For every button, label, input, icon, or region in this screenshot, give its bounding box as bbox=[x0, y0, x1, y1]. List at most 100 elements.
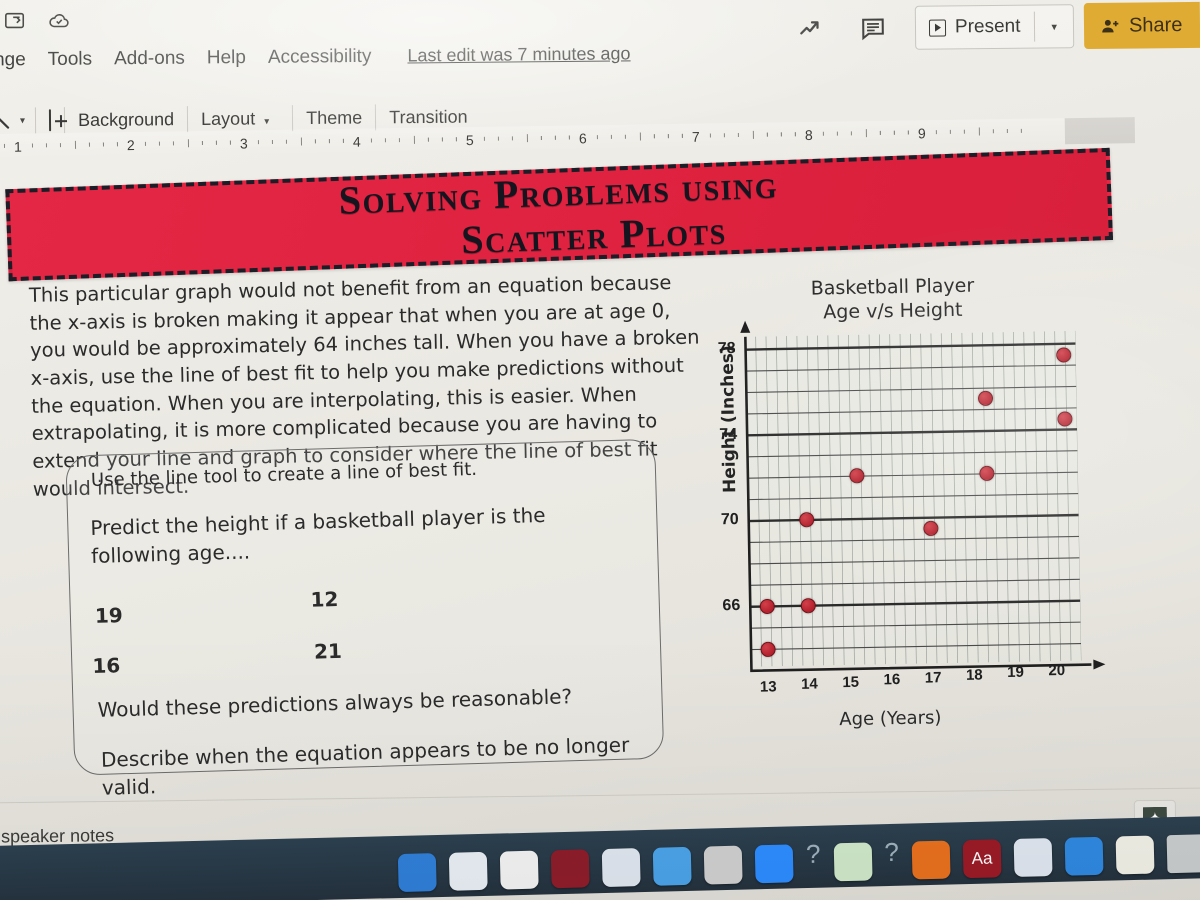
x-axis-label: Age (Years) bbox=[839, 707, 942, 731]
ruler-tick bbox=[526, 134, 528, 143]
ruler-number: 8 bbox=[804, 126, 813, 144]
share-button[interactable]: Share bbox=[1083, 1, 1200, 50]
scatter-plot[interactable]: Basketball Player Age v/s Height Height … bbox=[632, 272, 1111, 751]
layout-button[interactable]: Layout ▾ bbox=[188, 108, 292, 130]
ruler-tick bbox=[145, 141, 147, 146]
ruler-tick bbox=[879, 130, 881, 135]
appstore-icon[interactable] bbox=[1064, 836, 1104, 876]
ruler-tick bbox=[427, 137, 429, 142]
ruler-tick bbox=[3, 143, 5, 148]
ruler-tick bbox=[32, 143, 34, 148]
chevron-down-icon[interactable]: ▾ bbox=[1035, 20, 1073, 33]
ruler-tick bbox=[653, 134, 655, 139]
slide-title-line2: Scatter Plots bbox=[460, 207, 728, 263]
ruler-tick bbox=[710, 133, 712, 138]
present-label: Present bbox=[954, 15, 1021, 38]
photos-icon[interactable] bbox=[499, 850, 539, 890]
prompt-text: Predict the height if a basketball playe… bbox=[90, 502, 546, 569]
question2-icon[interactable]: ? bbox=[884, 836, 899, 867]
ruler-tick bbox=[766, 132, 768, 137]
speaker-notes-icon[interactable] bbox=[852, 8, 892, 48]
ruler-tick bbox=[639, 132, 641, 141]
transition-button[interactable]: Transition bbox=[376, 106, 481, 128]
ruler-tick bbox=[300, 137, 302, 146]
ruler-tick bbox=[837, 131, 839, 136]
adobe-icon[interactable]: Aa bbox=[962, 839, 1002, 879]
layout-label: Layout bbox=[201, 107, 256, 129]
ruler-tick bbox=[371, 138, 373, 143]
ruler-tick bbox=[950, 129, 952, 134]
ruler-tick bbox=[74, 140, 76, 149]
trend-chart-icon[interactable] bbox=[790, 9, 830, 49]
menu-item-accessibility[interactable]: Accessibility bbox=[268, 46, 372, 69]
top-left-icons bbox=[4, 10, 70, 32]
ruler-number: 2 bbox=[126, 137, 135, 154]
present-remote-icon[interactable] bbox=[4, 10, 26, 32]
title-banner[interactable]: Solving Problems using Scatter Plots bbox=[5, 147, 1113, 282]
ruler-tick bbox=[173, 141, 175, 146]
theme-button[interactable]: Theme bbox=[293, 107, 375, 129]
ruler-tick bbox=[187, 139, 189, 148]
ruler-tick bbox=[724, 133, 726, 138]
zoom-icon[interactable] bbox=[754, 844, 794, 884]
present-control: Present ▾ bbox=[914, 4, 1074, 50]
ruler-tick bbox=[159, 141, 161, 146]
sims-icon[interactable] bbox=[833, 842, 873, 882]
background-button[interactable]: Background bbox=[65, 109, 187, 131]
line-tool-chevron-down-icon[interactable]: ▾ bbox=[16, 115, 35, 126]
header-actions: Present ▾ Share bbox=[790, 1, 1200, 52]
ruler-tick bbox=[328, 139, 330, 144]
new-slide-icon bbox=[48, 108, 52, 131]
ruler-tick bbox=[1006, 129, 1008, 134]
ruler-tick bbox=[893, 130, 895, 135]
play-icon bbox=[928, 19, 946, 37]
ruler-tick bbox=[738, 133, 740, 138]
menu-item-help[interactable]: Help bbox=[207, 47, 246, 69]
firefox-icon[interactable] bbox=[911, 840, 951, 880]
finder-icon[interactable] bbox=[397, 853, 437, 893]
line-tool-icon[interactable] bbox=[0, 110, 16, 132]
cloud-saved-icon[interactable] bbox=[48, 10, 70, 32]
ruler-tick bbox=[625, 134, 627, 139]
google-slides-window: nge Tools Add-ons Help Accessibility Las… bbox=[0, 0, 1200, 900]
ruler-tick bbox=[286, 139, 288, 144]
ruler-tick bbox=[498, 136, 500, 141]
present-button[interactable]: Present bbox=[915, 16, 1034, 39]
ruler-tick bbox=[907, 130, 909, 135]
ruler-tick bbox=[88, 142, 90, 147]
menu-item-addons[interactable]: Add-ons bbox=[114, 48, 185, 71]
ruler-tick bbox=[229, 140, 231, 145]
ruler-tick bbox=[272, 139, 274, 144]
ruler-tick bbox=[780, 132, 782, 137]
safari-icon[interactable] bbox=[652, 846, 692, 886]
menu-item-tools[interactable]: Tools bbox=[48, 49, 93, 71]
slide-canvas[interactable]: Solving Problems using Scatter Plots Thi… bbox=[0, 147, 1140, 800]
menu-item-arrange[interactable]: nge bbox=[0, 49, 26, 71]
age-value-19: 19 bbox=[94, 603, 124, 628]
book-icon[interactable] bbox=[550, 849, 590, 889]
preview-icon[interactable] bbox=[1013, 838, 1053, 877]
notes-icon[interactable] bbox=[601, 848, 641, 888]
age-value-21: 21 bbox=[313, 638, 343, 664]
ruler-tick bbox=[455, 137, 457, 142]
new-slide-button[interactable] bbox=[36, 108, 64, 131]
macos-dock[interactable]: ?? Aa bbox=[0, 815, 1200, 900]
ruler-tick bbox=[597, 135, 599, 140]
trash-icon[interactable] bbox=[1166, 834, 1200, 874]
question-icon[interactable]: ? bbox=[806, 838, 821, 869]
ruler-tick bbox=[935, 130, 938, 135]
ruler-tick bbox=[540, 135, 542, 140]
ruler-tick bbox=[201, 140, 203, 146]
ruler-number: 1 bbox=[13, 138, 22, 155]
ruler-tick bbox=[681, 133, 683, 138]
ruler-tick bbox=[314, 139, 316, 144]
koala-icon[interactable] bbox=[703, 845, 743, 885]
question-box[interactable]: Use the line tool to create a line of be… bbox=[65, 438, 665, 800]
ruler-tick bbox=[441, 137, 443, 142]
last-edit-link[interactable]: Last edit was 7 minutes ago bbox=[407, 43, 630, 66]
stickies-icon[interactable] bbox=[1115, 835, 1155, 875]
mail-icon[interactable] bbox=[448, 851, 488, 891]
ruler-tick bbox=[851, 131, 853, 136]
ruler-tick bbox=[752, 130, 754, 139]
ruler-tick bbox=[484, 136, 486, 141]
